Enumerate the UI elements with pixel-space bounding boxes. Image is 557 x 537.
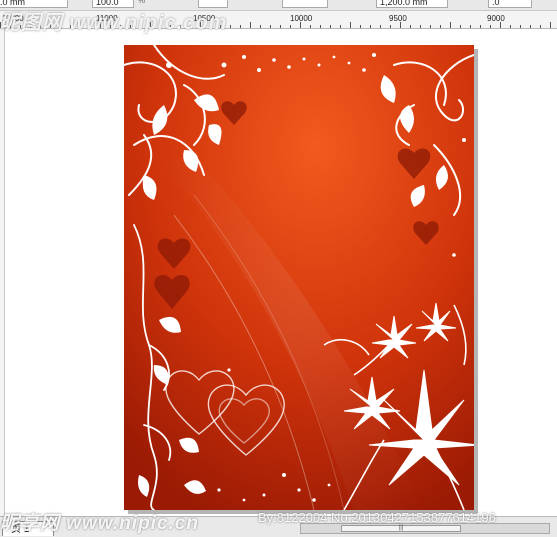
- ruler-tick: [530, 25, 531, 28]
- ruler-label: 10500: [193, 14, 216, 23]
- ruler-tick: [190, 25, 191, 28]
- ruler-tick: [500, 22, 501, 28]
- scale-unit: %: [138, 0, 146, 5]
- ruler-label: 11000: [2, 14, 24, 23]
- ruler-tick: [40, 25, 41, 28]
- ruler-tick: [130, 25, 131, 28]
- ruler-tick: [470, 25, 471, 28]
- ruler-label: 9000: [487, 14, 505, 23]
- ruler-tick: [300, 22, 301, 28]
- ruler-tick: [90, 25, 91, 28]
- size-field[interactable]: 1,200.0 mm: [376, 0, 448, 8]
- ruler-tick: [270, 25, 271, 28]
- ruler-tick: [460, 25, 461, 28]
- ruler-label: 9500: [389, 14, 407, 23]
- ruler-tick: [230, 25, 231, 28]
- ruler-tick: [380, 25, 381, 28]
- page-tab[interactable]: 页 1: [2, 521, 54, 536]
- blank-field[interactable]: [282, 0, 328, 8]
- ruler-tick: [430, 25, 431, 28]
- ruler-tick: [440, 25, 441, 28]
- ruler-tick: [410, 25, 411, 28]
- ruler-tick: [260, 25, 261, 28]
- ruler-tick: [20, 25, 21, 28]
- horizontal-ruler[interactable]: 11000 11000 10500 10000 9500 9000: [0, 11, 557, 29]
- ruler-tick: [50, 22, 51, 28]
- ruler-tick: [540, 25, 541, 28]
- ruler-tick: [120, 25, 121, 28]
- property-toolbar: .0 mm 100.0 % 1,200.0 mm .0: [0, 0, 557, 11]
- horizontal-scrollbar[interactable]: |||: [300, 523, 550, 534]
- ruler-tick: [510, 25, 511, 28]
- ruler-tick: [280, 25, 281, 28]
- ruler-tick: [170, 25, 171, 28]
- ruler-tick: [420, 25, 421, 28]
- scale-field[interactable]: 100.0: [92, 0, 134, 8]
- ruler-tick: [330, 25, 331, 28]
- ruler-tick: [80, 25, 81, 28]
- ruler-label: 10000: [290, 14, 313, 23]
- ruler-tick: [10, 25, 11, 28]
- red-floral-artwork[interactable]: [124, 45, 474, 510]
- ruler-tick: [70, 25, 71, 28]
- ruler-tick: [160, 25, 161, 28]
- ruler-tick: [310, 25, 311, 28]
- ruler-tick: [450, 22, 451, 28]
- ruler-tick: [320, 25, 321, 28]
- ruler-tick: [60, 25, 61, 28]
- ruler-tick: [30, 25, 31, 28]
- ruler-tick: [490, 25, 491, 28]
- ruler-tick: [200, 22, 201, 28]
- ruler-tick: [370, 25, 371, 28]
- ruler-tick: [520, 25, 521, 28]
- ruler-tick: [400, 22, 401, 28]
- ruler-tick: [480, 25, 481, 28]
- ruler-tick: [180, 25, 181, 28]
- ruler-tick: [150, 22, 151, 28]
- ruler-tick: [350, 22, 351, 28]
- lock-ratio-button[interactable]: [198, 0, 228, 8]
- ruler-tick: [390, 25, 391, 28]
- ruler-tick: [100, 22, 101, 28]
- ruler-tick: [290, 25, 291, 28]
- ruler-tick: [240, 25, 241, 28]
- ruler-tick: [210, 25, 211, 28]
- ruler-tick: [220, 25, 221, 28]
- ruler-tick: [550, 22, 551, 28]
- angle-field[interactable]: .0: [488, 0, 532, 8]
- ruler-tick: [250, 22, 251, 28]
- scroll-thumb[interactable]: |||: [341, 525, 461, 532]
- ruler-tick: [140, 25, 141, 28]
- position-field[interactable]: .0 mm: [0, 0, 68, 8]
- ruler-tick: [0, 22, 1, 28]
- ruler-tick: [340, 25, 341, 28]
- bottom-bar: 页 1 |||: [0, 516, 557, 537]
- ruler-tick: [110, 25, 111, 28]
- ruler-tick: [360, 25, 361, 28]
